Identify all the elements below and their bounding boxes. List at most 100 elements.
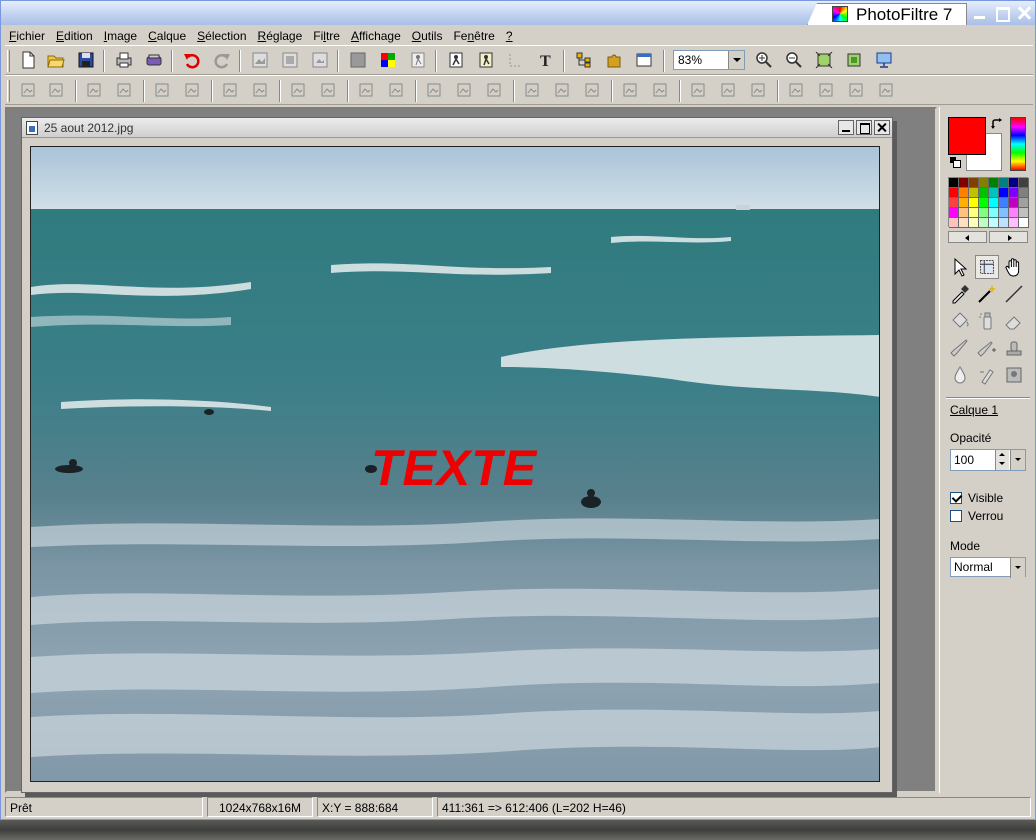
chevron-down-icon[interactable]	[728, 51, 744, 69]
visible-checkbox-row[interactable]: Visible	[950, 491, 1003, 505]
palette-swatch[interactable]	[969, 208, 979, 218]
saturation-minus-icon[interactable]	[289, 81, 307, 99]
doc-maximize-icon[interactable]	[856, 120, 872, 135]
menu-item[interactable]: Filtre	[313, 29, 340, 43]
maximize-icon[interactable]	[993, 4, 1011, 22]
gamma-minus-icon[interactable]	[221, 81, 239, 99]
brightness-plus-icon[interactable]	[115, 81, 133, 99]
document-title-bar[interactable]: 25 aout 2012.jpg	[22, 118, 892, 138]
fit-window-icon[interactable]	[815, 51, 833, 69]
line-tool-icon[interactable]	[1002, 282, 1026, 306]
palette-next-icon[interactable]	[989, 231, 1028, 243]
crop-icon[interactable]	[817, 81, 835, 99]
palette-swatch[interactable]	[1019, 218, 1029, 228]
toolbar-grip[interactable]	[7, 80, 10, 102]
palette-swatch[interactable]	[949, 188, 959, 198]
palette-swatch[interactable]	[999, 178, 1009, 188]
opacity-spinner[interactable]	[995, 450, 1009, 470]
color-mosaic-icon[interactable]	[379, 51, 397, 69]
palette-swatch[interactable]	[949, 178, 959, 188]
actual-size-icon[interactable]	[845, 51, 863, 69]
doc-minimize-icon[interactable]	[838, 120, 854, 135]
resize-icon[interactable]	[847, 81, 865, 99]
palette-swatch[interactable]	[1009, 198, 1019, 208]
undo-icon[interactable]	[183, 51, 201, 69]
sharpen-icon[interactable]	[455, 81, 473, 99]
palette-prev-icon[interactable]	[948, 231, 987, 243]
palette-swatch[interactable]	[979, 178, 989, 188]
palette-swatch[interactable]	[999, 198, 1009, 208]
lock-checkbox-row[interactable]: Verrou	[950, 509, 1003, 523]
grayscale-icon[interactable]	[357, 81, 375, 99]
contrast-plus-icon[interactable]	[183, 81, 201, 99]
opacity-input[interactable]: 100	[950, 449, 1026, 471]
palette-swatch[interactable]	[1019, 208, 1029, 218]
palette-swatch[interactable]	[999, 218, 1009, 228]
eraser-tool-icon[interactable]	[1002, 309, 1026, 333]
close-icon[interactable]	[1015, 4, 1033, 22]
sepia-icon[interactable]	[387, 81, 405, 99]
toolbar-grip[interactable]	[7, 50, 10, 72]
palette-swatch[interactable]	[969, 188, 979, 198]
palette-swatch[interactable]	[989, 218, 999, 228]
fill-bucket-tool-icon[interactable]	[948, 309, 972, 333]
palette-swatch[interactable]	[989, 178, 999, 188]
redo-icon[interactable]	[213, 51, 231, 69]
scanner-icon[interactable]	[145, 51, 163, 69]
triangle-outline-icon[interactable]	[651, 81, 669, 99]
minimize-icon[interactable]	[971, 4, 989, 22]
menu-item[interactable]: Fenêtre	[453, 29, 494, 43]
smudge-tool-icon[interactable]	[975, 363, 999, 387]
blur-drop-tool-icon[interactable]	[948, 363, 972, 387]
chevron-down-icon[interactable]	[1010, 450, 1025, 470]
triangle-icon[interactable]	[621, 81, 639, 99]
menu-item[interactable]: Outils	[412, 29, 443, 43]
selection-tool-icon[interactable]	[975, 255, 999, 279]
palette-swatch[interactable]	[979, 188, 989, 198]
menu-item[interactable]: Image	[104, 29, 137, 43]
exit-door-icon[interactable]	[447, 51, 465, 69]
noise-icon[interactable]	[485, 81, 503, 99]
save-icon[interactable]	[77, 51, 95, 69]
text-tool-icon[interactable]: T	[537, 51, 555, 69]
advanced-brush-tool-icon[interactable]	[975, 336, 999, 360]
auto-levels-icon[interactable]	[19, 81, 37, 99]
palette-swatch[interactable]	[1009, 218, 1019, 228]
palette-swatch[interactable]	[959, 188, 969, 198]
eyedropper-tool-icon[interactable]	[948, 282, 972, 306]
window-panel-icon[interactable]	[635, 51, 653, 69]
layer-name-link[interactable]: Calque 1	[950, 403, 998, 417]
palette-swatch[interactable]	[1019, 198, 1029, 208]
palette-swatch[interactable]	[959, 208, 969, 218]
palette-swatch[interactable]	[989, 198, 999, 208]
palette-swatch[interactable]	[959, 178, 969, 188]
spray-tool-icon[interactable]	[975, 309, 999, 333]
run-automation-icon[interactable]	[409, 51, 427, 69]
palette-swatch[interactable]	[999, 188, 1009, 198]
palette-swatch[interactable]	[1009, 208, 1019, 218]
palette-swatch[interactable]	[1019, 178, 1029, 188]
gamma-plus-icon[interactable]	[251, 81, 269, 99]
palette-swatch[interactable]	[1009, 188, 1019, 198]
drop-icon[interactable]	[553, 81, 571, 99]
palette-swatch[interactable]	[979, 218, 989, 228]
image-resize-icon[interactable]	[281, 51, 299, 69]
lock-checkbox[interactable]	[950, 510, 962, 522]
palette-swatch[interactable]	[999, 208, 1009, 218]
rotate-icon[interactable]	[749, 81, 767, 99]
brightness-minus-icon[interactable]	[85, 81, 103, 99]
layers-tree-icon[interactable]	[575, 51, 593, 69]
color-spectrum-picker[interactable]	[1010, 117, 1026, 171]
palette-swatch[interactable]	[979, 208, 989, 218]
print-icon[interactable]	[115, 51, 133, 69]
fullscreen-monitor-icon[interactable]	[875, 51, 893, 69]
hand-tool-icon[interactable]	[1002, 255, 1026, 279]
palette-swatch[interactable]	[969, 178, 979, 188]
blend-mode-select[interactable]: Normal	[950, 557, 1026, 578]
menu-item[interactable]: Réglage	[258, 29, 303, 43]
stamp-tool-icon[interactable]	[1002, 336, 1026, 360]
magic-wand-tool-icon[interactable]	[975, 282, 999, 306]
palette-swatch[interactable]	[989, 188, 999, 198]
zoom-in-icon[interactable]	[755, 51, 773, 69]
blur-icon[interactable]	[425, 81, 443, 99]
